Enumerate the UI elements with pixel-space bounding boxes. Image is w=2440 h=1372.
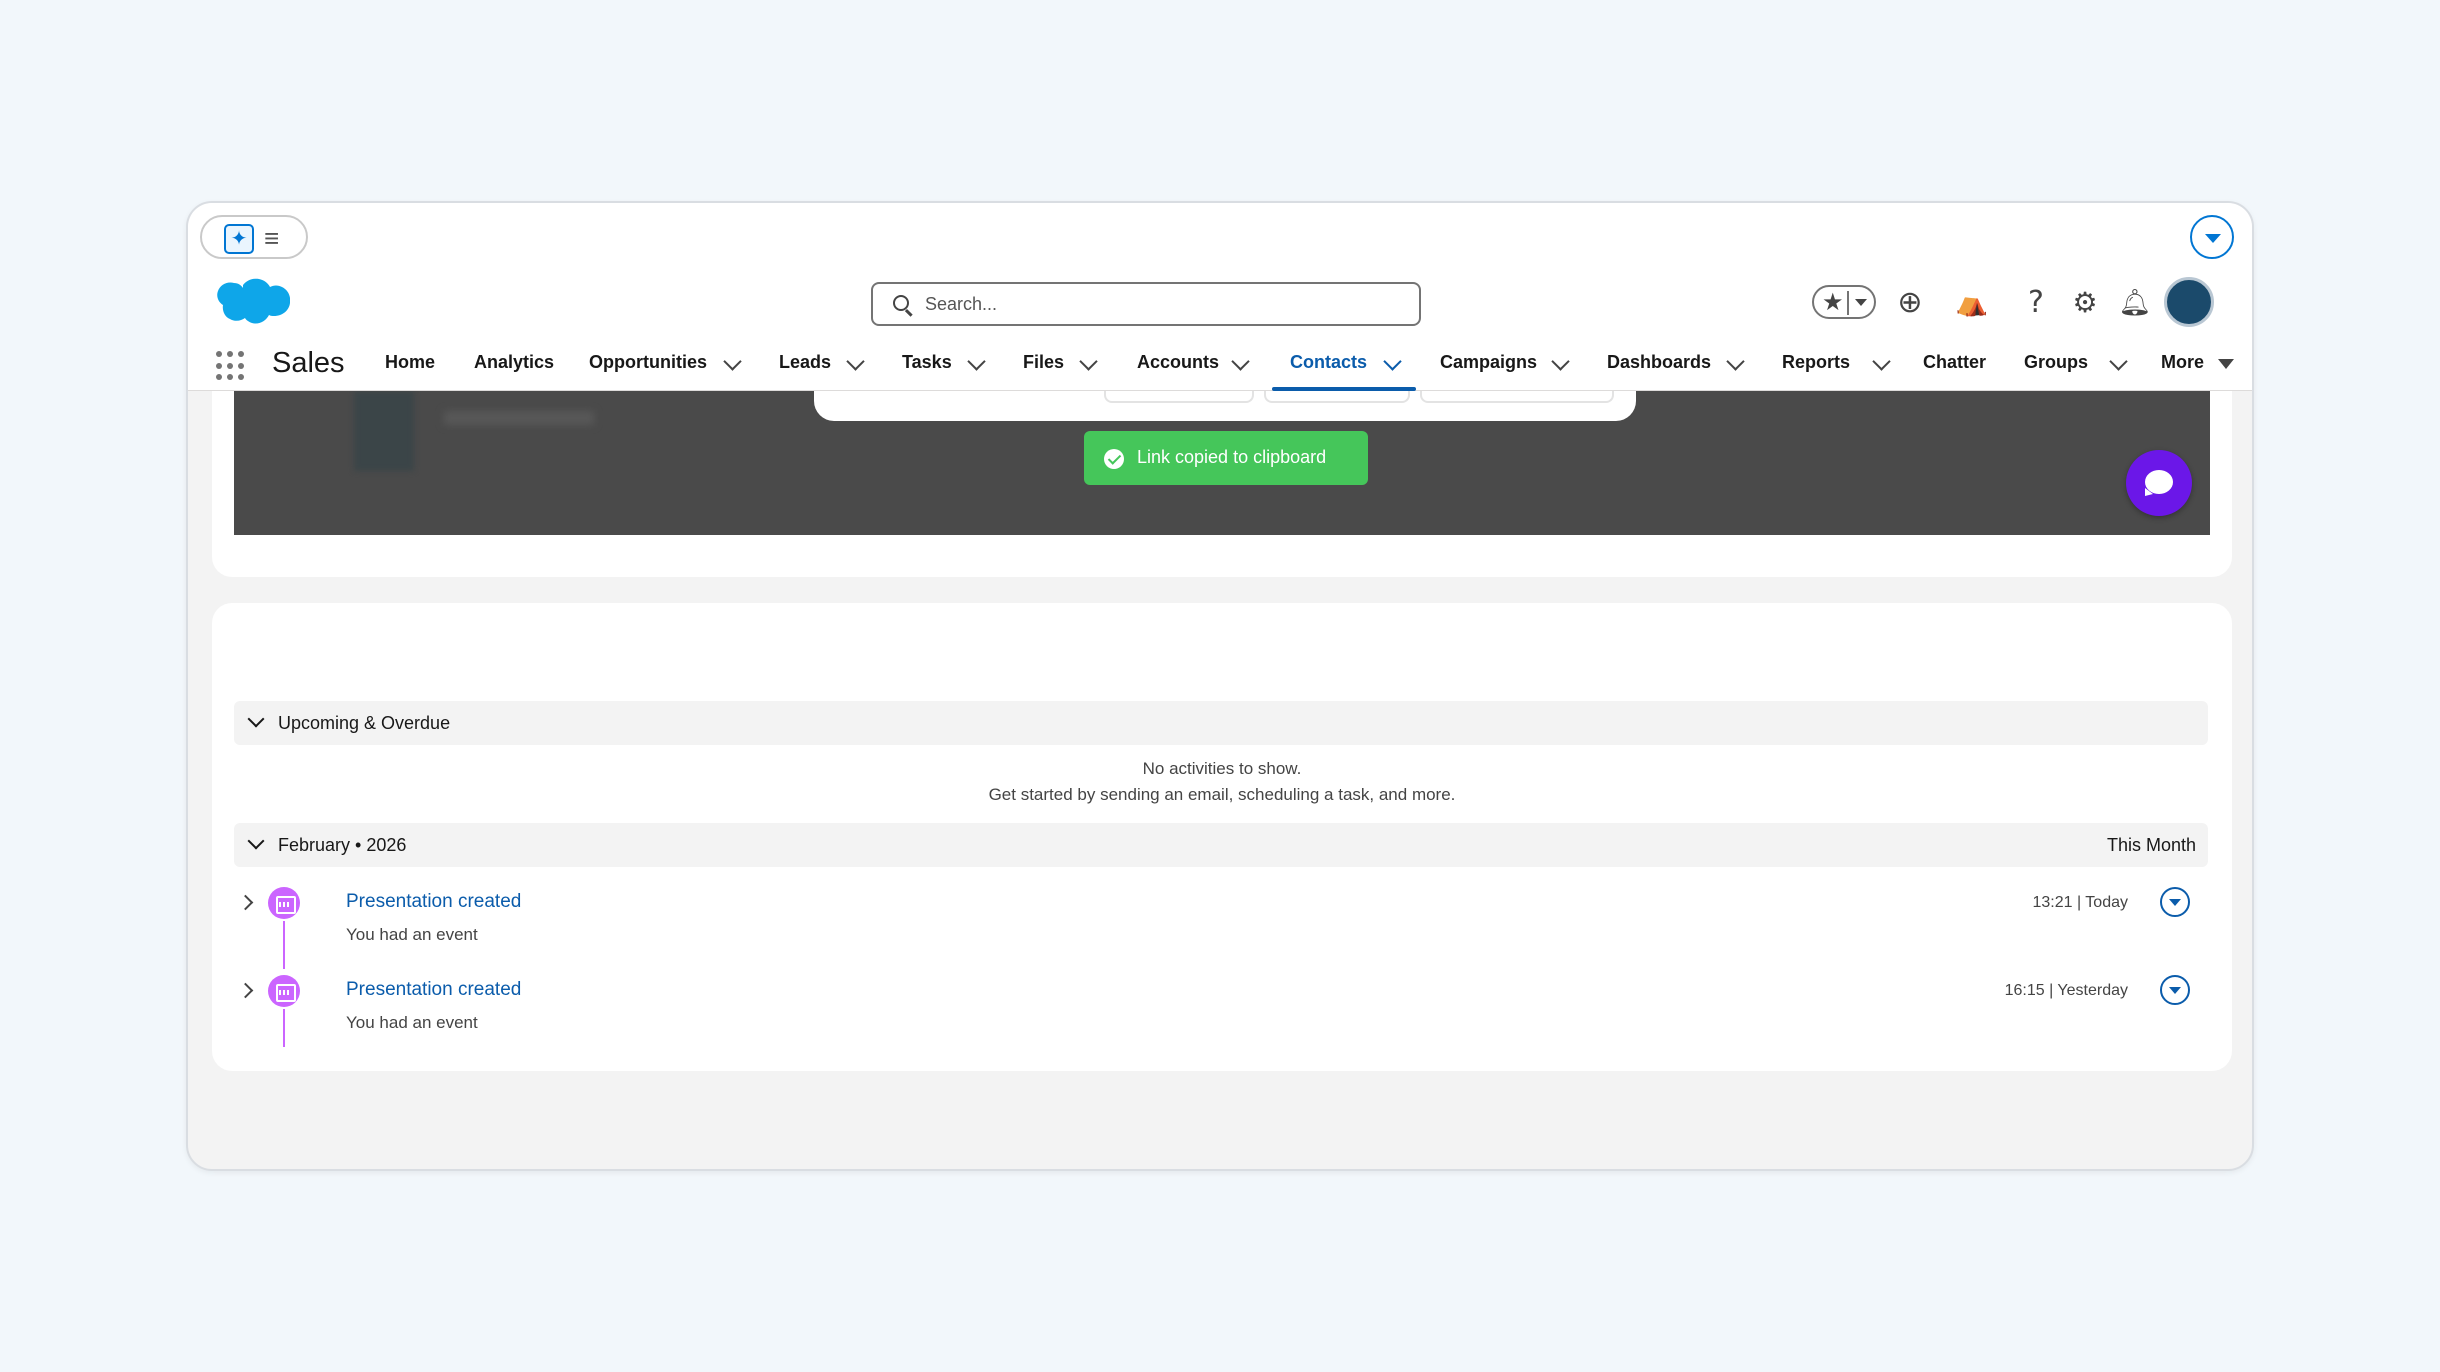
- timeline-item-subtitle: You had an event: [346, 1013, 478, 1032]
- chevron-down-icon[interactable]: [247, 710, 265, 728]
- utility-bar: ✦ ≡: [188, 203, 2252, 269]
- app-name: Sales: [272, 347, 345, 379]
- settings-gear-icon[interactable]: ⚙: [2065, 283, 2105, 323]
- activity-timeline-card: Upcoming & Overdue No activities to show…: [212, 603, 2232, 1071]
- nav-item-chatter[interactable]: Chatter: [1923, 352, 1986, 373]
- opportunities-chevron-down-icon[interactable]: [723, 352, 742, 371]
- timeline-item-title-link[interactable]: Presentation created: [346, 891, 521, 913]
- event-calendar-icon: [268, 887, 300, 919]
- toast-message: Link copied to clipboard: [1137, 447, 1327, 467]
- timeline-item-time: 16:15 | Yesterday: [2004, 982, 2128, 999]
- app-launcher-icon[interactable]: [216, 351, 246, 381]
- nav-item-groups[interactable]: Groups: [2024, 352, 2088, 373]
- chevron-down-icon[interactable]: [247, 832, 265, 850]
- agentforce-icon[interactable]: ✦: [224, 224, 254, 254]
- hamburger-icon[interactable]: ≡: [264, 223, 279, 253]
- modal-button[interactable]: [1264, 391, 1410, 403]
- timeline-item: Presentation created You had an event 13…: [234, 881, 2208, 969]
- dashboards-chevron-down-icon[interactable]: [1726, 352, 1745, 371]
- files-chevron-down-icon[interactable]: [1079, 352, 1098, 371]
- nav-item-campaigns[interactable]: Campaigns: [1440, 352, 1537, 373]
- nav-item-dashboards[interactable]: Dashboards: [1607, 352, 1711, 373]
- row-actions-dropdown-icon[interactable]: [2160, 887, 2190, 917]
- row-actions-dropdown-icon[interactable]: [2160, 975, 2190, 1005]
- timeline-connector: [283, 921, 285, 969]
- salesforce-logo: [217, 278, 290, 324]
- star-icon: ★: [1822, 289, 1844, 316]
- event-calendar-icon: [268, 975, 300, 1007]
- upcoming-overdue-section[interactable]: Upcoming & Overdue: [234, 701, 2208, 745]
- favorites-dropdown-icon[interactable]: [1855, 299, 1867, 306]
- month-title: February • 2026: [278, 835, 407, 855]
- more-caret-down-icon[interactable]: [2218, 359, 2234, 369]
- accounts-chevron-down-icon[interactable]: [1231, 352, 1250, 371]
- trailhead-guidance-icon[interactable]: ⛺: [1952, 283, 1992, 323]
- nav-item-tasks[interactable]: Tasks: [902, 352, 952, 373]
- timeline-item-time: 13:21 | Today: [2032, 894, 2129, 911]
- search-placeholder: Search...: [925, 294, 998, 314]
- nav-item-home[interactable]: Home: [385, 352, 435, 373]
- timeline-connector: [283, 1009, 285, 1047]
- tasks-chevron-down-icon[interactable]: [967, 352, 986, 371]
- nav-item-accounts[interactable]: Accounts: [1137, 352, 1219, 373]
- help-icon[interactable]: ?: [2016, 283, 2056, 323]
- browser-window: ✦ ≡ Search... ★ ⊕ ⛺ ? ⚙ 🔔︎ Sales Home An…: [186, 201, 2254, 1171]
- campaigns-chevron-down-icon[interactable]: [1551, 352, 1570, 371]
- nav-item-opportunities[interactable]: Opportunities: [589, 352, 707, 373]
- leads-chevron-down-icon[interactable]: [846, 352, 865, 371]
- window-dropdown-icon[interactable]: [2190, 215, 2234, 259]
- empty-state-hint: Get started by sending an email, schedul…: [988, 785, 1456, 804]
- timeline-item-title-link[interactable]: Presentation created: [346, 979, 521, 1001]
- user-avatar[interactable]: [2164, 277, 2214, 327]
- modal-button[interactable]: [1420, 391, 1614, 403]
- agent-menu-toggle[interactable]: ✦ ≡: [200, 215, 308, 259]
- nav-item-leads[interactable]: Leads: [779, 352, 831, 373]
- timeline-item: Presentation created You had an event 16…: [234, 969, 2208, 1057]
- groups-chevron-down-icon[interactable]: [2109, 352, 2128, 371]
- chat-assistant-button[interactable]: [2126, 450, 2192, 516]
- reports-chevron-down-icon[interactable]: [1872, 352, 1891, 371]
- success-check-icon: [1104, 449, 1124, 469]
- success-toast: Link copied to clipboard: [1084, 431, 1368, 485]
- global-search-input[interactable]: Search...: [871, 282, 1421, 326]
- contacts-chevron-down-icon[interactable]: [1383, 352, 1402, 371]
- nav-item-files[interactable]: Files: [1023, 352, 1064, 373]
- section-title: Upcoming & Overdue: [278, 713, 451, 733]
- month-section[interactable]: February • 2026 This Month: [234, 823, 2208, 867]
- nav-item-more[interactable]: More: [2161, 352, 2204, 373]
- empty-state-title: No activities to show.: [1142, 759, 1302, 778]
- expand-chevron-right-icon[interactable]: [237, 982, 254, 999]
- app-navigation: Sales Home Analytics Opportunities Leads…: [188, 339, 2252, 391]
- nav-item-contacts[interactable]: Contacts: [1290, 352, 1367, 373]
- global-header: Search... ★ ⊕ ⛺ ? ⚙ 🔔︎ Sales Home Analyt…: [188, 269, 2252, 391]
- search-icon: [893, 295, 909, 311]
- favorites-button[interactable]: ★: [1812, 285, 1876, 319]
- notifications-bell-icon[interactable]: 🔔︎: [2115, 283, 2155, 323]
- timeline-item-subtitle: You had an event: [346, 925, 478, 944]
- global-actions-plus-icon[interactable]: ⊕: [1890, 283, 1930, 323]
- share-modal: [814, 391, 1636, 421]
- nav-item-reports[interactable]: Reports: [1782, 352, 1850, 373]
- month-relative-label: This Month: [2106, 835, 2196, 855]
- nav-item-analytics[interactable]: Analytics: [474, 352, 554, 373]
- modal-button[interactable]: [1104, 391, 1254, 403]
- expand-chevron-right-icon[interactable]: [237, 894, 254, 911]
